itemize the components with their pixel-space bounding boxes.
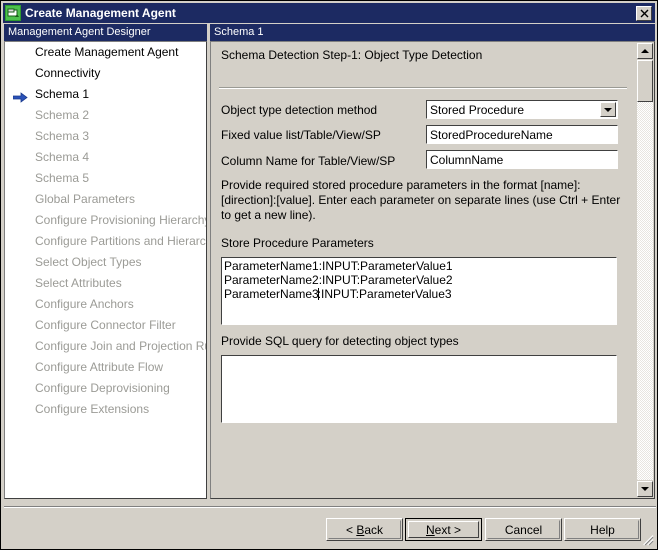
sidebar-item-label: Configure Anchors: [35, 297, 134, 311]
sidebar-item-label: Create Management Agent: [35, 45, 179, 59]
fixed-value-input[interactable]: StoredProcedureName: [426, 125, 618, 144]
sidebar-item-connectivity[interactable]: Connectivity: [5, 63, 206, 84]
sql-query-textarea[interactable]: [221, 355, 617, 423]
sidebar-item-label: Connectivity: [35, 66, 101, 80]
sidebar-item-select-attributes: Select Attributes: [5, 273, 206, 294]
dialog-window: Create Management Agent Management Agent…: [0, 0, 658, 550]
back-button[interactable]: < Back: [326, 518, 403, 541]
sidebar-item-configure-extensions: Configure Extensions: [5, 399, 206, 420]
scrollbar-track[interactable]: [637, 60, 653, 480]
sidebar-item-label: Schema 2: [35, 108, 90, 122]
title-bar: Create Management Agent: [3, 3, 655, 23]
sidebar-item-label: Select Object Types: [35, 255, 142, 269]
sp-param-line: ParameterName1:INPUT:ParameterValue1: [224, 259, 453, 273]
sidebar-item-label: Configure Partitions and Hierarchies: [35, 234, 206, 248]
sp-param-line: ParameterName2:INPUT:ParameterValue2: [224, 273, 453, 287]
current-step-arrow-icon: [12, 89, 28, 103]
divider: [219, 87, 627, 89]
agent-icon: [5, 5, 21, 21]
wizard-step-list[interactable]: Create Management Agent Connectivity Schem…: [4, 41, 207, 499]
scroll-down-icon[interactable]: [637, 481, 653, 497]
sp-params-label: Store Procedure Parameters: [221, 236, 374, 250]
close-icon[interactable]: [636, 5, 652, 21]
sidebar-item-label: Configure Deprovisioning: [35, 381, 170, 395]
sidebar-item-schema-5: Schema 5: [5, 168, 206, 189]
fixed-value-label: Fixed value list/Table/View/SP: [221, 128, 381, 142]
scrollbar-thumb[interactable]: [637, 60, 653, 102]
sidebar-item-label: Select Attributes: [35, 276, 122, 290]
sidebar-item-select-object-types: Select Object Types: [5, 252, 206, 273]
detection-method-label: Object type detection method: [221, 103, 378, 117]
sidebar-item-label: Schema 3: [35, 129, 90, 143]
detection-method-select[interactable]: Stored Procedure: [426, 100, 618, 119]
sidebar-item-configure-provisioning-hierarchy: Configure Provisioning Hierarchy: [5, 210, 206, 231]
sidebar-item-configure-partitions-and-hierarchies: Configure Partitions and Hierarchies: [5, 231, 206, 252]
sidebar-item-global-parameters: Global Parameters: [5, 189, 206, 210]
help-text: Provide required stored procedure parame…: [221, 178, 621, 222]
sp-params-textarea[interactable]: ParameterName1:INPUT:ParameterValue1 Para…: [221, 257, 617, 325]
sidebar-item-label: Global Parameters: [35, 192, 136, 206]
main-scrollbar[interactable]: [637, 43, 653, 497]
detection-method-value: Stored Procedure: [430, 103, 525, 117]
cancel-button[interactable]: Cancel: [485, 518, 562, 541]
sidebar-item-label: Configure Extensions: [35, 402, 150, 416]
sp-param-line: ParameterName3:INPUT:ParameterValue3: [224, 287, 452, 301]
sidebar-item-configure-anchors: Configure Anchors: [5, 294, 206, 315]
back-button-label: < Back: [345, 522, 384, 537]
chevron-down-icon[interactable]: [600, 102, 616, 117]
sidebar-item-configure-connector-filter: Configure Connector Filter: [5, 315, 206, 336]
sidebar-item-schema-3: Schema 3: [5, 126, 206, 147]
sidebar-item-schema-2: Schema 2: [5, 105, 206, 126]
sidebar-item-label: Schema 5: [35, 171, 90, 185]
window-title: Create Management Agent: [25, 6, 176, 20]
column-name-label: Column Name for Table/View/SP: [221, 154, 396, 168]
sidebar-item-schema-1[interactable]: Schema 1: [5, 84, 206, 105]
next-button-label: Next >: [425, 522, 462, 537]
sql-query-label: Provide SQL query for detecting object t…: [221, 334, 459, 348]
left-pane-header: Management Agent Designer: [4, 24, 207, 41]
next-button[interactable]: Next >: [405, 518, 482, 541]
sidebar-item-configure-attribute-flow: Configure Attribute Flow: [5, 357, 206, 378]
sidebar-item-schema-4: Schema 4: [5, 147, 206, 168]
scroll-up-icon[interactable]: [637, 43, 653, 59]
sidebar-item-label: Schema 1: [35, 87, 90, 101]
sidebar-item-label: Configure Provisioning Hierarchy: [35, 213, 207, 227]
help-button-label: Help: [590, 522, 615, 537]
cancel-button-label: Cancel: [504, 522, 543, 537]
right-pane-header: Schema 1: [210, 24, 655, 41]
resize-grip[interactable]: [640, 532, 654, 546]
sidebar-item-label: Schema 4: [35, 150, 90, 164]
sidebar-item-configure-join-and-projection-rules: Configure Join and Projection Rules: [5, 336, 206, 357]
column-name-input[interactable]: ColumnName: [426, 150, 618, 169]
main-panel: Schema Detection Step-1: Object Type Det…: [210, 41, 655, 499]
sidebar-item-configure-deprovisioning: Configure Deprovisioning: [5, 378, 206, 399]
sidebar-item-label: Configure Connector Filter: [35, 318, 176, 332]
page-title: Schema Detection Step-1: Object Type Det…: [221, 48, 483, 62]
help-button[interactable]: Help: [564, 518, 641, 541]
sidebar-item-create-management-agent[interactable]: Create Management Agent: [5, 42, 206, 63]
sidebar-item-label: Configure Attribute Flow: [35, 360, 164, 374]
button-bar-separator: [4, 506, 656, 508]
sidebar-item-label: Configure Join and Projection Rules: [35, 339, 206, 353]
